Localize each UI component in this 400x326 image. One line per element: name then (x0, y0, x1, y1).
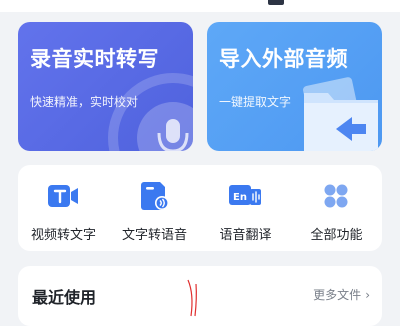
video-text-icon (48, 185, 78, 207)
recent-section: 最近使用 更多文件 › (18, 266, 382, 326)
feature-grid: 视频转文字 文字转语音 En 语音翻译 全部功能 (18, 165, 382, 251)
record-card-subtitle: 快速精准，实时校对 (30, 95, 139, 109)
top-bar (0, 0, 400, 12)
text-to-speech-button[interactable]: 文字转语音 (109, 165, 200, 251)
import-audio-card[interactable]: 导入外部音频 一键提取文字 (207, 22, 382, 151)
feature-label: 全部功能 (310, 228, 363, 243)
record-transcribe-card[interactable]: 录音实时转写 快速精准，实时校对 (18, 22, 193, 151)
active-tab-indicator (268, 0, 284, 5)
translate-icon: En (229, 185, 261, 205)
voice-translate-button[interactable]: En 语音翻译 (200, 165, 291, 251)
video-to-text-button[interactable]: 视频转文字 (18, 165, 109, 251)
feature-label: 视频转文字 (30, 228, 96, 243)
red-annotation-mark (187, 279, 197, 317)
import-card-title: 导入外部音频 (219, 47, 348, 71)
more-files-link[interactable]: 更多文件 › (313, 286, 370, 303)
record-card-title: 录音实时转写 (30, 47, 159, 71)
folder-import-icon (303, 77, 378, 151)
recent-title: 最近使用 (32, 288, 97, 307)
feature-label: 文字转语音 (121, 228, 187, 243)
all-features-button[interactable]: 全部功能 (291, 165, 382, 251)
translate-badge: En (233, 192, 247, 203)
feature-label: 语音翻译 (219, 228, 272, 243)
import-card-subtitle: 一键提取文字 (219, 95, 292, 109)
text-speech-icon (141, 182, 169, 210)
grid-icon (324, 184, 348, 208)
